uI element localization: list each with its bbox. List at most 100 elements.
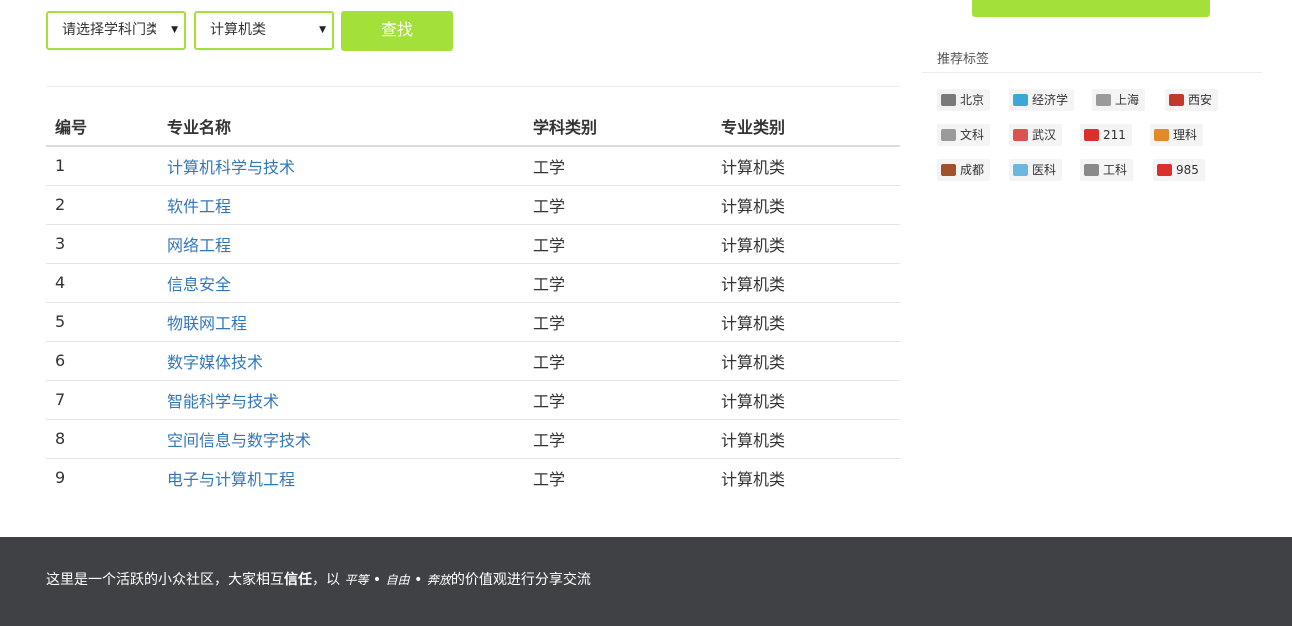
- major-name-link[interactable]: 物联网工程: [167, 314, 247, 333]
- major-name-link-cell: 软件工程: [158, 184, 524, 224]
- search-button[interactable]: 查找: [341, 11, 453, 51]
- row-major-type: 计算机类: [721, 196, 786, 216]
- row-id-cell: 1: [46, 146, 158, 185]
- row-discipline: 工学: [533, 274, 566, 294]
- row-major-type-cell: 计算机类: [712, 301, 900, 341]
- tag-1[interactable]: 北京: [937, 89, 991, 111]
- category-select[interactable]: 请选择学科门类 ▼: [46, 11, 186, 50]
- tag-label: 北京: [960, 93, 985, 107]
- table-row: 5 物联网工程 工学 计算机类: [46, 301, 900, 341]
- major-name-link-cell: 电子与计算机工程: [158, 457, 524, 497]
- tag-label: 医科: [1032, 163, 1057, 177]
- table-row: 2 软件工程 工学 计算机类: [46, 184, 900, 224]
- major-name-link[interactable]: 计算机科学与技术: [167, 158, 295, 177]
- major-select[interactable]: 计算机类 ▼: [194, 11, 334, 50]
- tag-label: 工科: [1103, 163, 1128, 177]
- table-row: 6 数字媒体技术 工学 计算机类: [46, 340, 900, 380]
- tag-10[interactable]: 医科: [1009, 159, 1063, 181]
- row-major-type: 计算机类: [721, 274, 786, 294]
- major-name-link[interactable]: 电子与计算机工程: [167, 470, 295, 489]
- footer: 这里是一个活跃的小众社区，大家相互信任，以 平等 • 自由 • 奔放的价值观进行…: [0, 537, 1292, 626]
- major-name-link-cell: 网络工程: [158, 223, 524, 263]
- tag-9[interactable]: 成都: [937, 159, 991, 181]
- xian-icon: [1169, 94, 1184, 106]
- major-name-link[interactable]: 数字媒体技术: [167, 353, 263, 372]
- row-discipline-cell: 工学: [524, 301, 712, 341]
- tag-label: 985: [1176, 163, 1199, 177]
- row-discipline-cell: 工学: [524, 379, 712, 419]
- row-major-type: 计算机类: [721, 157, 786, 177]
- 985-seal-icon: [1157, 164, 1172, 176]
- footer-separator: •: [409, 572, 427, 588]
- row-major-type: 计算机类: [721, 469, 786, 489]
- footer-separator: •: [368, 572, 386, 588]
- row-major-type-cell: 计算机类: [712, 146, 900, 185]
- major-name-link[interactable]: 空间信息与数字技术: [167, 431, 311, 450]
- economics-icon: [1013, 94, 1028, 106]
- tag-label: 211: [1103, 128, 1126, 142]
- major-name-link[interactable]: 软件工程: [167, 197, 231, 216]
- table-row: 7 智能科学与技术 工学 计算机类: [46, 379, 900, 419]
- row-major-type-cell: 计算机类: [712, 418, 900, 458]
- tag-5[interactable]: 文科: [937, 124, 991, 146]
- row-id: 8: [55, 429, 66, 448]
- footer-italic-unrestrained: 奔放: [426, 573, 451, 587]
- table-row: 4 信息安全 工学 计算机类: [46, 262, 900, 302]
- row-major-type: 计算机类: [721, 235, 786, 255]
- row-discipline: 工学: [533, 196, 566, 216]
- row-discipline: 工学: [533, 430, 566, 450]
- major-name-link-cell: 物联网工程: [158, 301, 524, 341]
- row-id: 6: [55, 351, 66, 370]
- row-major-type: 计算机类: [721, 391, 786, 411]
- row-discipline-cell: 工学: [524, 340, 712, 380]
- divider: [922, 72, 1262, 73]
- footer-italic-freedom: 自由: [385, 573, 410, 587]
- 211-seal-icon: [1084, 129, 1099, 141]
- major-name-link-cell: 智能科学与技术: [158, 379, 524, 419]
- tag-label: 理科: [1173, 128, 1198, 142]
- footer-text-part: 这里是一个活跃的小众社区，大家相互: [46, 572, 284, 588]
- beijing-landmark-icon: [941, 94, 956, 106]
- tag-2[interactable]: 经济学: [1009, 89, 1075, 111]
- tag-label: 经济学: [1032, 93, 1069, 107]
- row-discipline-cell: 工学: [524, 418, 712, 458]
- row-id: 9: [55, 468, 66, 488]
- major-name-link-cell: 计算机科学与技术: [158, 146, 524, 185]
- majors-table: 编号 专业名称 学科类别 专业类别 1 计算机科学与技术 工学 计算机类 2 软件工程 工学…: [46, 106, 900, 497]
- tag-4[interactable]: 西安: [1165, 89, 1219, 111]
- row-major-type-cell: 计算机类: [712, 262, 900, 302]
- row-major-type-cell: 计算机类: [712, 184, 900, 224]
- tag-12[interactable]: 985: [1153, 159, 1205, 181]
- row-id: 5: [55, 312, 66, 331]
- tag-label: 文科: [960, 128, 985, 142]
- footer-text-part: ，以: [312, 572, 345, 588]
- tag-6[interactable]: 武汉: [1009, 124, 1063, 146]
- major-name-link[interactable]: 信息安全: [167, 275, 231, 294]
- footer-bold-trust: 信任: [284, 572, 312, 588]
- row-discipline: 工学: [533, 157, 566, 177]
- medicine-icon: [1013, 164, 1028, 176]
- footer-text-part: 的价值观进行分享交流: [450, 572, 591, 588]
- tags-title: 推荐标签: [937, 52, 990, 67]
- major-name-link-cell: 信息安全: [158, 262, 524, 302]
- major-name-link[interactable]: 智能科学与技术: [167, 392, 279, 411]
- sidebar-action-button[interactable]: [972, 0, 1210, 17]
- tag-7[interactable]: 211: [1080, 124, 1132, 146]
- tag-label: 成都: [960, 163, 985, 177]
- tag-label: 武汉: [1032, 128, 1057, 142]
- liberal-arts-icon: [941, 129, 956, 141]
- tag-11[interactable]: 工科: [1080, 159, 1134, 181]
- wuhan-icon: [1013, 129, 1028, 141]
- major-name-link[interactable]: 网络工程: [167, 236, 231, 255]
- row-major-type-cell: 计算机类: [712, 457, 900, 497]
- row-discipline-cell: 工学: [524, 184, 712, 224]
- header-major-type: 专业类别: [712, 106, 900, 147]
- row-id-cell: 7: [46, 379, 158, 419]
- category-select-value: 请选择学科门类: [62, 22, 156, 38]
- science-icon: [1154, 129, 1169, 141]
- tag-8[interactable]: 理科: [1150, 124, 1204, 146]
- major-select-value: 计算机类: [210, 22, 266, 38]
- tag-3[interactable]: 上海: [1092, 89, 1146, 111]
- header-id: 编号: [46, 106, 158, 147]
- row-discipline: 工学: [533, 391, 566, 411]
